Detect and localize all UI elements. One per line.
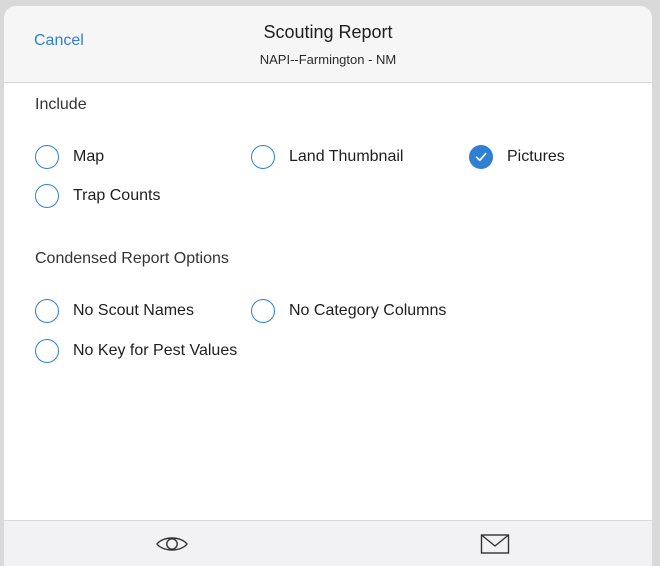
dialog-title: Scouting Report — [263, 22, 393, 42]
option-trap-counts[interactable]: Trap Counts — [35, 183, 160, 209]
option-no-scout-names[interactable]: No Scout Names — [35, 298, 194, 324]
option-label: Trap Counts — [73, 187, 161, 204]
checkmark-icon — [475, 152, 487, 162]
condensed-section-label: Condensed Report Options — [35, 250, 229, 267]
option-map[interactable]: Map — [35, 144, 104, 170]
bottom-toolbar — [4, 520, 652, 566]
scouting-report-dialog: Cancel Scouting Report NAPI--Farmington … — [4, 6, 652, 566]
radio-unchecked-icon[interactable] — [35, 184, 59, 208]
radio-unchecked-icon[interactable] — [35, 299, 59, 323]
option-label: Land Thumbnail — [289, 148, 404, 165]
option-no-key-for-pest-values[interactable]: No Key for Pest Values — [35, 338, 237, 364]
mail-icon[interactable] — [480, 533, 510, 560]
dialog-subtitle: NAPI--Farmington - NM — [259, 52, 397, 67]
option-label: No Key for Pest Values — [73, 342, 238, 359]
option-land-thumbnail[interactable]: Land Thumbnail — [251, 144, 403, 170]
option-label: Pictures — [507, 148, 565, 165]
radio-unchecked-icon[interactable] — [35, 145, 59, 169]
option-label: No Category Columns — [289, 302, 447, 319]
option-pictures[interactable]: Pictures — [469, 144, 565, 170]
include-section-label: Include — [35, 96, 87, 113]
radio-unchecked-icon[interactable] — [251, 145, 275, 169]
radio-checked-icon[interactable] — [469, 145, 493, 169]
option-label: No Scout Names — [73, 302, 194, 319]
option-label: Map — [73, 148, 105, 165]
option-no-category-columns[interactable]: No Category Columns — [251, 298, 446, 324]
eye-icon[interactable] — [155, 533, 189, 560]
radio-unchecked-icon[interactable] — [35, 339, 59, 363]
dialog-header: Cancel Scouting Report NAPI--Farmington … — [4, 6, 652, 83]
radio-unchecked-icon[interactable] — [251, 299, 275, 323]
